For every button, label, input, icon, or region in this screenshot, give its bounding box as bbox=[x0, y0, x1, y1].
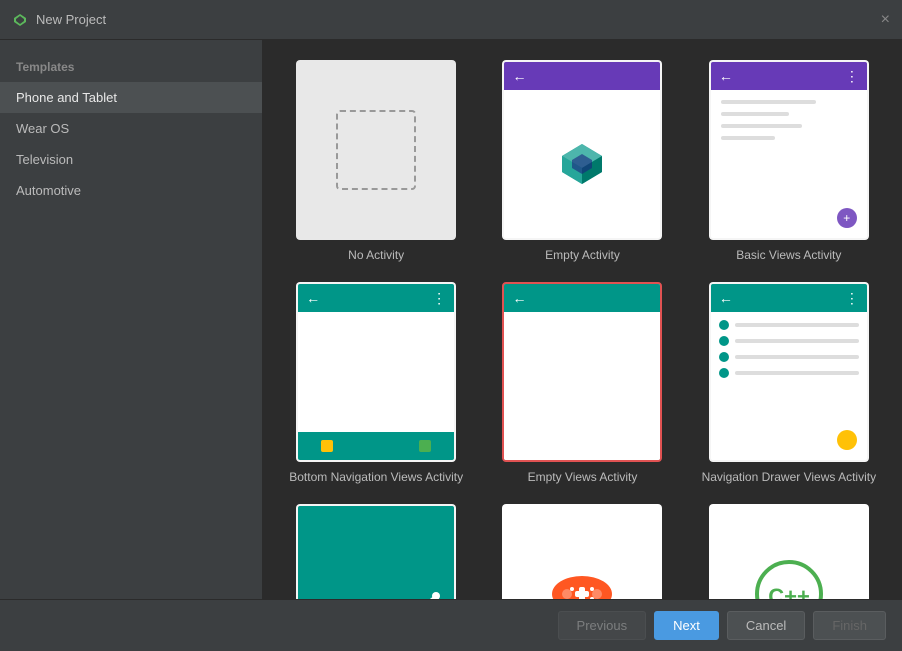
finish-button[interactable]: Finish bbox=[813, 611, 886, 640]
template-card-game bbox=[502, 504, 662, 599]
template-card-compose bbox=[296, 504, 456, 599]
template-bottom-nav-views[interactable]: ← ⋮ bbox=[283, 282, 469, 484]
phone-header-bottom-nav: ← ⋮ bbox=[298, 284, 454, 312]
template-compose-activity[interactable]: Compose Activity bbox=[283, 504, 469, 599]
template-card-empty-activity: ← bbox=[502, 60, 662, 240]
nav-item-2 bbox=[351, 440, 400, 452]
drawer-row-3 bbox=[719, 352, 859, 362]
phone-body-bottom-nav bbox=[298, 312, 454, 460]
phone-header-empty-views: ← bbox=[504, 284, 660, 312]
window-title: New Project bbox=[36, 12, 106, 27]
overflow-icon: ⋮ bbox=[432, 290, 446, 307]
previous-button[interactable]: Previous bbox=[558, 611, 647, 640]
template-card-basic-views: ← ⋮ + bbox=[709, 60, 869, 240]
sidebar-section-label: Templates bbox=[0, 48, 262, 82]
template-nav-drawer-views[interactable]: ← ⋮ bbox=[696, 282, 882, 484]
drawer-row-4 bbox=[719, 368, 859, 378]
template-empty-views-activity[interactable]: ← Empty Views Activity bbox=[489, 282, 675, 484]
sidebar: Templates Phone and Tablet Wear OS Telev… bbox=[0, 40, 263, 599]
template-label-empty-activity: Empty Activity bbox=[545, 248, 620, 262]
close-button[interactable]: × bbox=[881, 11, 890, 29]
template-label-empty-views: Empty Views Activity bbox=[528, 470, 638, 484]
cpp-icon: C++ bbox=[749, 559, 829, 599]
template-empty-activity[interactable]: ← Empty Activity bbox=[489, 60, 675, 262]
sidebar-item-wear-os[interactable]: Wear OS bbox=[0, 113, 262, 144]
template-card-no-activity bbox=[296, 60, 456, 240]
back-arrow-icon: ← bbox=[719, 290, 733, 306]
back-arrow-icon: ← bbox=[512, 68, 526, 84]
phone-body-empty-activity bbox=[504, 90, 660, 238]
sidebar-item-phone-tablet[interactable]: Phone and Tablet bbox=[0, 82, 262, 113]
template-label-basic-views: Basic Views Activity bbox=[736, 248, 841, 262]
template-label-nav-drawer: Navigation Drawer Views Activity bbox=[702, 470, 877, 484]
dashed-placeholder bbox=[336, 110, 416, 190]
chart-card bbox=[298, 506, 454, 599]
overflow-icon: ⋮ bbox=[845, 290, 859, 307]
overflow-icon: ⋮ bbox=[845, 68, 859, 85]
templates-grid: No Activity ← bbox=[283, 60, 882, 599]
drawer-list bbox=[711, 312, 867, 392]
drawer-row-1 bbox=[719, 320, 859, 330]
phone-mockup-bottom-nav: ← ⋮ bbox=[298, 284, 454, 460]
back-arrow-icon: ← bbox=[512, 290, 526, 306]
nav-item-1 bbox=[302, 440, 351, 452]
nav-item-3 bbox=[401, 440, 450, 452]
phone-mockup-empty-views: ← bbox=[504, 284, 660, 460]
template-card-empty-views: ← bbox=[502, 282, 662, 462]
next-button[interactable]: Next bbox=[654, 611, 719, 640]
template-card-bottom-nav: ← ⋮ bbox=[296, 282, 456, 462]
main-content: Templates Phone and Tablet Wear OS Telev… bbox=[0, 40, 902, 599]
title-bar: New Project × bbox=[0, 0, 902, 40]
cancel-button[interactable]: Cancel bbox=[727, 611, 805, 640]
phone-body-basic-views: + bbox=[711, 90, 867, 238]
fab-icon: + bbox=[837, 208, 857, 228]
phone-header-empty-activity: ← bbox=[504, 62, 660, 90]
bottom-nav-bar bbox=[298, 432, 454, 460]
phone-mockup-basic-views: ← ⋮ + bbox=[711, 62, 867, 238]
template-no-activity[interactable]: No Activity bbox=[283, 60, 469, 262]
back-arrow-icon: ← bbox=[306, 290, 320, 306]
drawer-row-2 bbox=[719, 336, 859, 346]
drawer-fab-icon bbox=[837, 430, 857, 450]
cube-icon bbox=[557, 139, 607, 189]
template-label-no-activity: No Activity bbox=[348, 248, 404, 262]
template-game-activity[interactable]: Game Activity bbox=[489, 504, 675, 599]
template-card-cpp: C++ bbox=[709, 504, 869, 599]
phone-header-basic-views: ← ⋮ bbox=[711, 62, 867, 90]
app-icon bbox=[12, 12, 28, 28]
phone-body-empty-views bbox=[504, 312, 660, 460]
chart-graph bbox=[356, 591, 446, 599]
phone-body-nav-drawer bbox=[711, 312, 867, 460]
phone-header-nav-drawer: ← ⋮ bbox=[711, 284, 867, 312]
phone-mockup-empty-activity: ← bbox=[504, 62, 660, 238]
template-basic-views-activity[interactable]: ← ⋮ + B bbox=[696, 60, 882, 262]
footer: Previous Next Cancel Finish bbox=[0, 599, 902, 651]
back-arrow-icon: ← bbox=[719, 68, 733, 84]
template-card-nav-drawer: ← ⋮ bbox=[709, 282, 869, 462]
content-area: No Activity ← bbox=[263, 40, 902, 599]
gamepad-icon bbox=[547, 569, 617, 599]
svg-text:C++: C++ bbox=[768, 584, 810, 599]
phone-mockup-nav-drawer: ← ⋮ bbox=[711, 284, 867, 460]
template-label-bottom-nav: Bottom Navigation Views Activity bbox=[289, 470, 463, 484]
sidebar-item-automotive[interactable]: Automotive bbox=[0, 175, 262, 206]
template-native-cpp[interactable]: C++ Native C++ bbox=[696, 504, 882, 599]
sidebar-item-television[interactable]: Television bbox=[0, 144, 262, 175]
